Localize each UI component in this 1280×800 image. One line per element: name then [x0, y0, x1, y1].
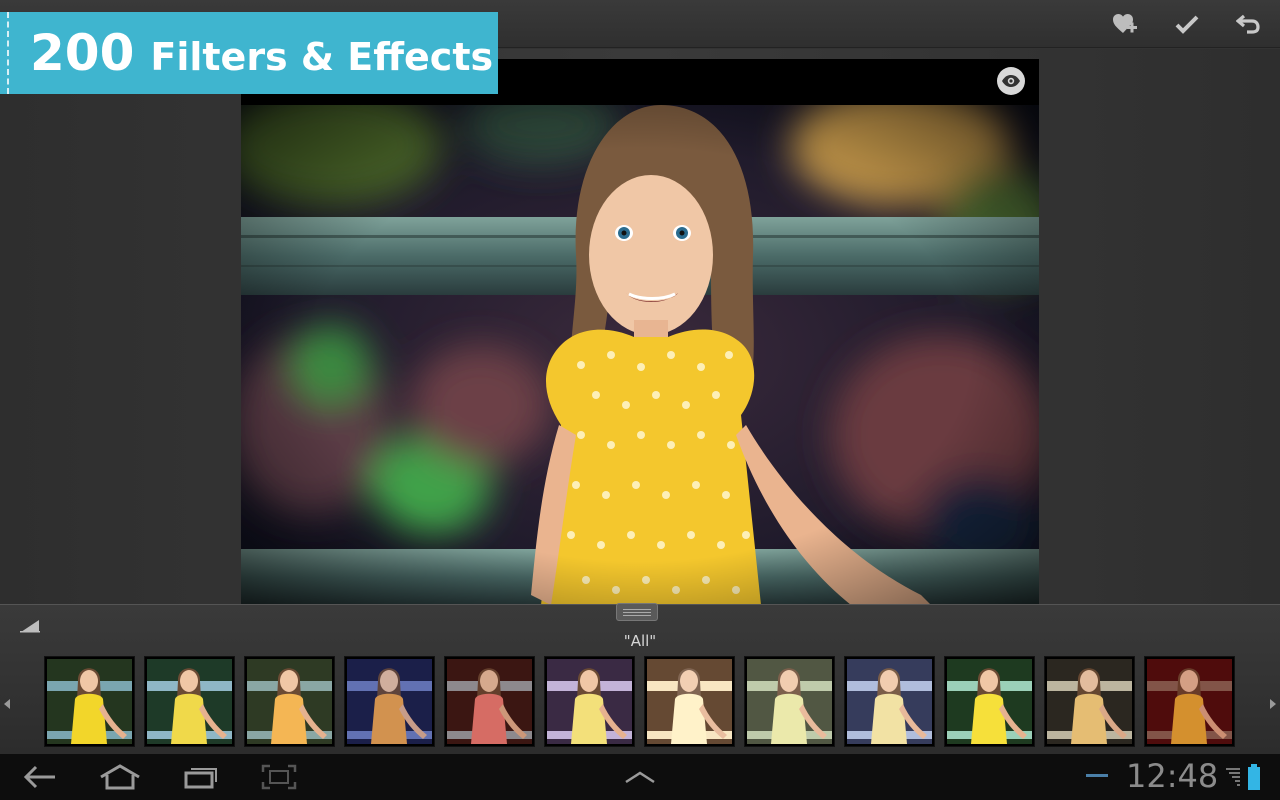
undo-button[interactable] — [1218, 0, 1280, 48]
filter-thumbnail[interactable] — [444, 656, 535, 747]
filter-thumbnail-image — [1047, 659, 1132, 744]
promo-banner: 200 Filters & Effects — [0, 12, 498, 94]
apply-button[interactable] — [1156, 0, 1218, 48]
filter-thumbnail-image — [947, 659, 1032, 744]
photo-preview[interactable] — [241, 59, 1039, 605]
filter-thumbnail[interactable] — [144, 656, 235, 747]
back-icon — [23, 765, 55, 789]
photo-editor-app: 200 Filters & Effects "All" 12:48 — [0, 0, 1280, 800]
home-button[interactable] — [96, 754, 144, 800]
menu-button[interactable] — [620, 754, 660, 800]
battery-icon — [1248, 764, 1260, 790]
banner-text: Filters & Effects — [150, 35, 494, 79]
banner-stitch — [7, 12, 9, 94]
filter-thumbnail-image — [747, 659, 832, 744]
filter-category-label[interactable]: "All" — [540, 632, 740, 650]
screenshot-icon — [261, 764, 297, 790]
heart-plus-icon — [1113, 14, 1137, 33]
favorite-button[interactable] — [1094, 0, 1156, 48]
back-button[interactable] — [18, 754, 62, 800]
banner-count: 200 — [30, 24, 135, 82]
signal-icon — [1226, 768, 1240, 786]
action-bar-buttons — [1094, 0, 1280, 48]
filter-thumbnail-image — [547, 659, 632, 744]
expand-corner-icon[interactable] — [19, 619, 41, 633]
panel-drag-handle[interactable] — [616, 603, 658, 621]
minus-indicator-icon — [1086, 774, 1108, 777]
filter-thumbnail-image — [147, 659, 232, 744]
filter-thumbnail-strip — [44, 656, 1235, 747]
scroll-right-icon[interactable] — [1270, 699, 1276, 709]
filter-panel: "All" — [0, 603, 1280, 754]
filter-thumbnail[interactable] — [944, 656, 1035, 747]
filter-thumbnail[interactable] — [744, 656, 835, 747]
system-navigation-bar: 12:48 — [0, 754, 1280, 800]
filter-thumbnail[interactable] — [44, 656, 135, 747]
filter-thumbnail[interactable] — [644, 656, 735, 747]
eye-icon — [1002, 75, 1020, 87]
compare-original-button[interactable] — [997, 67, 1025, 95]
home-icon — [100, 764, 140, 790]
undo-icon — [1236, 14, 1260, 34]
chevron-up-icon — [625, 771, 655, 784]
filter-thumbnail[interactable] — [344, 656, 435, 747]
recent-apps-button[interactable] — [180, 754, 222, 800]
filter-thumbnail-image — [347, 659, 432, 744]
filter-thumbnail-image — [647, 659, 732, 744]
filter-thumbnail[interactable] — [1044, 656, 1135, 747]
edited-photo — [241, 105, 1039, 605]
filter-thumbnail-image — [447, 659, 532, 744]
filter-thumbnail[interactable] — [544, 656, 635, 747]
filter-thumbnail-image — [247, 659, 332, 744]
checkmark-icon — [1175, 15, 1199, 34]
status-clock: 12:48 — [1126, 757, 1219, 795]
scroll-left-icon[interactable] — [4, 699, 10, 709]
filter-thumbnail[interactable] — [844, 656, 935, 747]
filter-thumbnail[interactable] — [1144, 656, 1235, 747]
screenshot-button[interactable] — [258, 754, 300, 800]
filter-thumbnail-image — [47, 659, 132, 744]
recent-apps-icon — [184, 768, 217, 789]
filter-thumbnail-image — [1147, 659, 1232, 744]
filter-thumbnail[interactable] — [244, 656, 335, 747]
filter-thumbnail-image — [847, 659, 932, 744]
